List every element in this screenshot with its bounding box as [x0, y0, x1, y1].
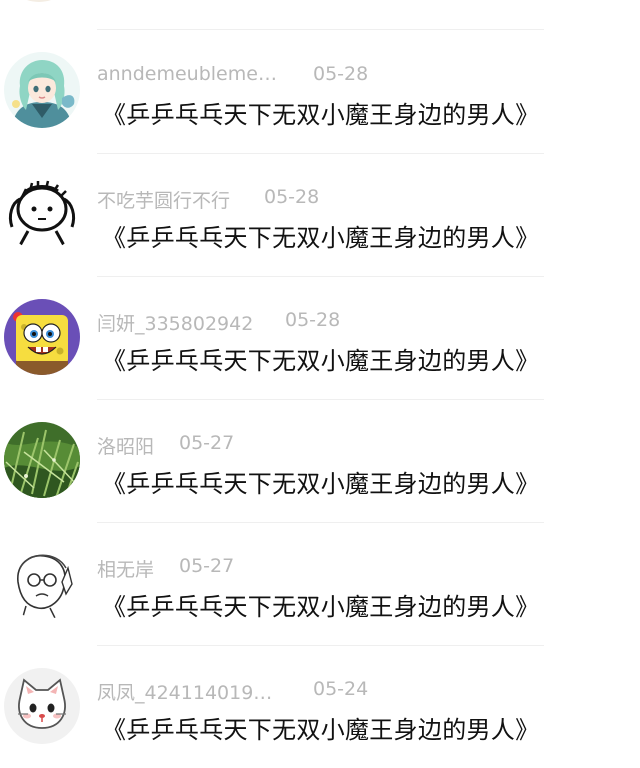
comment-text: 《乒乒乓乓天下无双小魔王身边的男人》: [102, 347, 540, 375]
avatar[interactable]: [2, 0, 76, 2]
comment-item[interactable]: 相无岸 05-27 《乒乒乓乓天下无双小魔王身边的男人》: [0, 522, 640, 645]
comment-date: 05-28: [264, 186, 320, 208]
comment-meta: 相无岸 05-27: [97, 555, 234, 582]
anime-girl-avatar[interactable]: [4, 52, 80, 128]
comment-date: 05-27: [179, 432, 235, 454]
comment-meta: 洛昭阳 05-27: [97, 432, 234, 459]
username[interactable]: 不吃芋圆行不行: [97, 186, 230, 213]
comment-date: 05-24: [313, 678, 369, 700]
comment-text: 《乒乒乓乓天下无双小魔王身边的男人》: [102, 593, 540, 621]
comment-meta: 不吃芋圆行不行 05-28: [97, 186, 319, 213]
spongebob-avatar[interactable]: [4, 299, 80, 375]
comment-item[interactable]: anndemeubleme… 05-28 《乒乒乓乓天下无双小魔王身边的男人》: [0, 30, 640, 153]
username[interactable]: 闫妍_335802942: [97, 309, 253, 336]
username[interactable]: anndemeubleme…: [97, 63, 277, 85]
comment-date: 05-27: [179, 555, 235, 577]
comment-list: anndemeubleme… 05-28 《乒乒乓乓天下无双小魔王身边的男人》 …: [0, 0, 640, 747]
comment-date: 05-28: [285, 309, 341, 331]
comment-item[interactable]: 凤凤_424114019… 05-24 《乒乒乓乓天下无双小魔王身边的男人》: [0, 645, 640, 768]
comment-meta: 凤凤_424114019… 05-24: [97, 678, 368, 705]
comment-meta: anndemeubleme… 05-28: [97, 63, 368, 85]
comment-meta: 闫妍_335802942 05-28: [97, 309, 340, 336]
username[interactable]: 凤凤_424114019…: [97, 678, 272, 705]
comment-item[interactable]: 洛昭阳 05-27 《乒乒乓乓天下无双小魔王身边的男人》: [0, 399, 640, 522]
grass-photo-avatar[interactable]: [4, 422, 80, 498]
white-cat-avatar[interactable]: [4, 668, 80, 744]
sketch-man-avatar[interactable]: [4, 544, 80, 620]
comment-text: 《乒乒乓乓天下无双小魔王身边的男人》: [102, 716, 540, 744]
username[interactable]: 相无岸: [97, 555, 154, 582]
comment-date: 05-28: [313, 63, 369, 85]
comment-item[interactable]: 不吃芋圆行不行 05-28 《乒乒乓乓天下无双小魔王身边的男人》: [0, 153, 640, 276]
comment-text: 《乒乒乓乓天下无双小魔王身边的男人》: [102, 101, 540, 129]
comment-item[interactable]: 闫妍_335802942 05-28 《乒乒乓乓天下无双小魔王身边的男人》: [0, 276, 640, 399]
username[interactable]: 洛昭阳: [97, 432, 154, 459]
doodle-face-avatar[interactable]: [4, 175, 80, 251]
comment-text: 《乒乒乓乓天下无双小魔王身边的男人》: [102, 470, 540, 498]
comment-text: 《乒乒乓乓天下无双小魔王身边的男人》: [102, 224, 540, 252]
